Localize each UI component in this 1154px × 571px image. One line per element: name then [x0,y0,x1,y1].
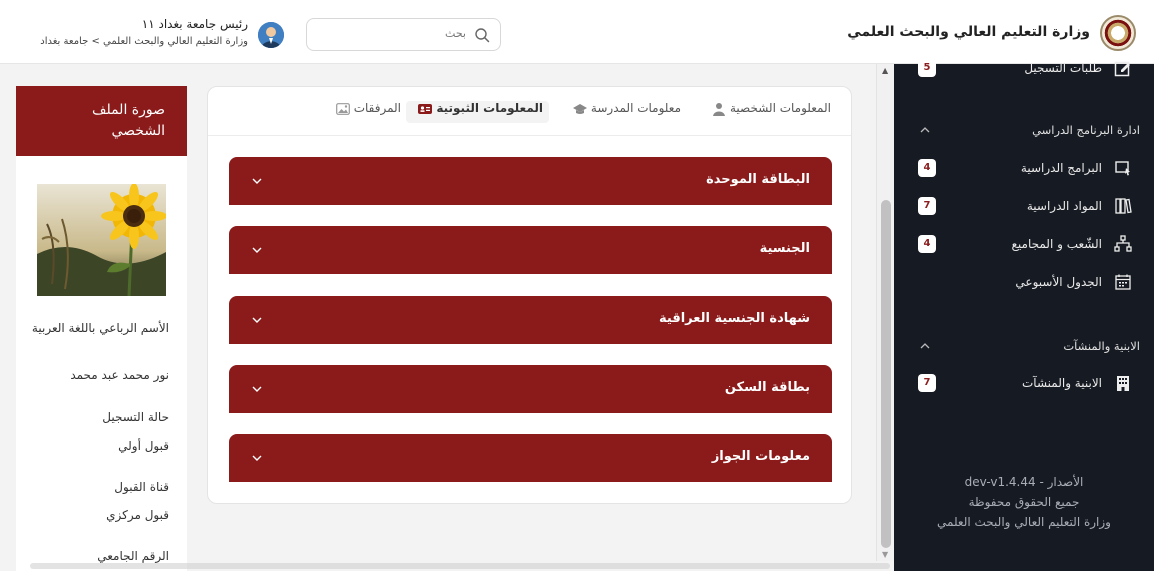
version-text: الأصدار - dev-v1.4.44 [964,475,1084,489]
accordion-title: البطاقة الموحدة [706,172,810,187]
tab-bar: المعلومات الشخصية معلومات المدرسة المعلو… [208,87,851,136]
chevron-down-icon [252,386,262,392]
tab-label: المعلومات الثبوتية [436,101,543,115]
calendar-icon [1115,274,1131,290]
chevron-up-icon [920,343,930,349]
tab-id-documents[interactable]: المعلومات الثبوتية [406,101,549,123]
count-badge: 7 [918,197,936,215]
profile-header: صورة الملف الشخصي [16,86,187,156]
sidebar-item-label: المواد الدراسية [1026,199,1102,213]
sidebar-item-label: طلبات التسجيل [1024,61,1102,75]
accordion-passport-info[interactable]: معلومات الجواز [229,434,832,482]
tab-label: معلومات المدرسة [590,101,681,115]
accordion-iraqi-nationality-certificate[interactable]: شهادة الجنسية العراقية [229,296,832,344]
scrollbar-thumb[interactable] [881,200,891,548]
count-badge: 7 [918,374,936,392]
profile-label-registration-status: حالة التسجيل [102,410,169,424]
search-box[interactable] [306,18,501,51]
accordion-title: بطاقة السكن [724,380,810,395]
scroll-up-arrow-icon[interactable]: ▲ [882,66,888,75]
user-avatar-icon [258,22,284,48]
chevron-down-icon [252,178,262,184]
count-badge: 5 [918,59,936,77]
sidebar-item-label: البرامج الدراسية [1020,161,1102,175]
count-badge: 4 [918,159,936,177]
horizontal-scrollbar[interactable] [30,563,890,569]
profile-title: صورة الملف الشخصي [91,102,165,139]
id-card-icon [418,103,433,114]
ministry-logo [1100,15,1136,51]
books-icon [1115,198,1132,214]
copyright-text: جميع الحقوق محفوظة [968,495,1080,509]
person-icon [713,102,726,116]
edit-icon [1114,61,1130,77]
profile-photo [37,184,166,296]
image-icon [335,102,350,115]
user-avatar[interactable] [258,22,284,48]
accordion-title: معلومات الجواز [711,449,810,464]
sidebar: طلبات التسجيل 5 ادارة البرنامج الدراسي ا… [894,59,1154,571]
tab-label: المعلومات الشخصية [730,101,831,115]
user-breadcrumb: وزارة التعليم العالي والبحث العلمي > جام… [40,36,248,47]
program-icon [1115,161,1130,176]
hierarchy-icon [1114,235,1132,252]
profile-value-registration-status: قبول أولي [118,439,169,453]
sidebar-item-label: الابنية والمنشآت [1021,376,1102,390]
graduation-cap-icon [573,103,588,114]
sidebar-item-weekly-schedule[interactable]: الجدول الأسبوعي [894,270,1154,296]
sidebar-item-study-subjects[interactable]: المواد الدراسية 7 [894,194,1154,220]
student-info-card: المعلومات الشخصية معلومات المدرسة المعلو… [207,86,852,504]
count-badge: 4 [918,235,936,253]
tab-label: المرفقات [353,101,401,115]
sidebar-item-label: الشّعب و المجاميع [1011,237,1102,251]
search-icon [475,28,490,43]
accordion-unified-card[interactable]: البطاقة الموحدة [229,157,832,205]
profile-label-admission-channel: قناة القبول [114,480,169,494]
tab-school-info[interactable]: معلومات المدرسة [567,101,681,123]
sidebar-item-sections-groups[interactable]: الشّعب و المجاميع 4 [894,232,1154,258]
accordion-title: شهادة الجنسية العراقية [659,311,810,326]
sidebar-item-label: الجدول الأسبوعي [1015,275,1102,289]
sidebar-item-registration-requests[interactable]: طلبات التسجيل 5 [894,56,1154,82]
accordion-residence-card[interactable]: بطاقة السكن [229,365,832,413]
vertical-scrollbar[interactable]: ▲ ▼ [876,64,894,561]
top-header: وزارة التعليم العالي والبحث العلمي رئيس … [0,0,1154,64]
building-icon [1117,376,1129,391]
sidebar-item-buildings[interactable]: الابنية والمنشآت 7 [894,371,1154,397]
sidebar-group-label: الابنية والمنشآت [1063,339,1140,353]
search-input[interactable] [346,27,466,40]
owner-text: وزارة التعليم العالي والبحث العلمي [937,515,1111,529]
tab-attachments[interactable]: المرفقات [330,101,401,123]
profile-value-arabic-name: نور محمد عبد محمد [70,368,169,382]
sidebar-item-study-programs[interactable]: البرامج الدراسية 4 [894,156,1154,182]
profile-value-admission-channel: قبول مركزي [106,508,169,522]
sidebar-footer: الأصدار - dev-v1.4.44 جميع الحقوق محفوظة… [894,472,1154,532]
chevron-down-icon [252,317,262,323]
user-name: رئيس جامعة بغداد ١١ [141,17,248,31]
chevron-down-icon [252,247,262,253]
chevron-down-icon [252,455,262,461]
sidebar-group-study-program[interactable]: ادارة البرنامج الدراسي [894,120,1154,142]
sidebar-group-label: ادارة البرنامج الدراسي [1032,123,1140,137]
accordion-nationality[interactable]: الجنسية [229,226,832,274]
ministry-title: وزارة التعليم العالي والبحث العلمي [847,24,1090,40]
scroll-down-arrow-icon[interactable]: ▼ [882,550,888,559]
profile-label-arabic-name: الأسم الرباعي باللغة العربية [31,321,169,335]
chevron-up-icon [920,127,930,133]
tab-personal-info[interactable]: المعلومات الشخصية [706,101,831,123]
profile-panel: صورة الملف الشخصي الأسم الرباعي باللغة ا… [16,86,187,571]
sidebar-group-buildings[interactable]: الابنية والمنشآت [894,336,1154,358]
accordion-title: الجنسية [759,241,810,256]
